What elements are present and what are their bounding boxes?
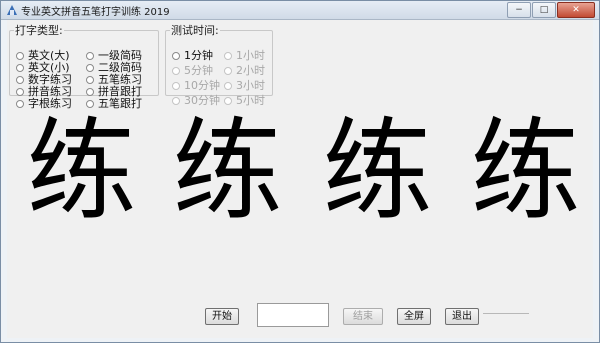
radio-circle-icon — [172, 52, 180, 60]
radio-circle-icon — [16, 64, 24, 72]
radio-circle-icon — [86, 52, 94, 60]
radio-time-10min: 10分钟 — [172, 80, 220, 92]
radio-label: 2小时 — [236, 64, 265, 77]
main-panel: 打字类型: 英文(大) 英文(小) 数字练习 拼音练习 字根练习 一级简码 二级… — [7, 20, 593, 338]
practice-character: 练 — [26, 107, 137, 235]
window-controls: − □ ✕ — [507, 2, 595, 18]
radio-circle-icon — [86, 76, 94, 84]
radio-circle-icon — [224, 82, 232, 90]
typing-type-group: 打字类型: 英文(大) 英文(小) 数字练习 拼音练习 字根练习 一级简码 二级… — [9, 22, 159, 110]
radio-circle-icon — [16, 88, 24, 96]
radio-circle-icon — [16, 52, 24, 60]
window-title: 专业英文拼音五笔打字训练 2019 — [21, 7, 170, 18]
radio-label: 3小时 — [236, 79, 265, 92]
radio-time-1min[interactable]: 1分钟 — [172, 50, 213, 62]
practice-character: 练 — [322, 107, 433, 235]
radio-time-3hour: 3小时 — [224, 80, 265, 92]
title-bar[interactable]: 专业英文拼音五笔打字训练 2019 − □ ✕ — [1, 1, 599, 20]
typing-input[interactable] — [257, 303, 329, 327]
radio-time-1hour: 1小时 — [224, 50, 265, 62]
radio-label: 1小时 — [236, 49, 265, 62]
typing-type-legend: 打字类型: — [15, 24, 63, 37]
radio-circle-icon — [224, 67, 232, 75]
radio-circle-icon — [16, 76, 24, 84]
end-button: 结束 — [343, 308, 383, 325]
divider — [483, 313, 529, 314]
radio-circle-icon — [172, 67, 180, 75]
maximize-button[interactable]: □ — [532, 2, 556, 18]
radio-label: 5分钟 — [184, 64, 213, 77]
exit-button[interactable]: 退出 — [445, 308, 479, 325]
minimize-button[interactable]: − — [507, 2, 531, 18]
radio-circle-icon — [172, 82, 180, 90]
start-button[interactable]: 开始 — [205, 308, 239, 325]
radio-time-5min: 5分钟 — [172, 65, 213, 77]
fullscreen-button[interactable]: 全屏 — [397, 308, 431, 325]
radio-circle-icon — [224, 52, 232, 60]
practice-character: 练 — [172, 107, 283, 235]
radio-circle-icon — [86, 88, 94, 96]
radio-label: 10分钟 — [184, 79, 220, 92]
app-icon — [7, 5, 17, 15]
practice-character: 练 — [470, 107, 581, 235]
radio-circle-icon — [172, 97, 180, 105]
app-window: 专业英文拼音五笔打字训练 2019 − □ ✕ 打字类型: 英文(大) 英文(小… — [0, 0, 600, 343]
radio-circle-icon — [224, 97, 232, 105]
test-time-group: 测试时间: 1分钟 5分钟 10分钟 30分钟 1小时 2小时 3小时 5小时 — [165, 22, 273, 107]
close-button[interactable]: ✕ — [557, 2, 595, 18]
test-time-legend: 测试时间: — [171, 24, 219, 37]
radio-label: 1分钟 — [184, 49, 213, 62]
radio-circle-icon — [86, 64, 94, 72]
radio-time-2hour: 2小时 — [224, 65, 265, 77]
